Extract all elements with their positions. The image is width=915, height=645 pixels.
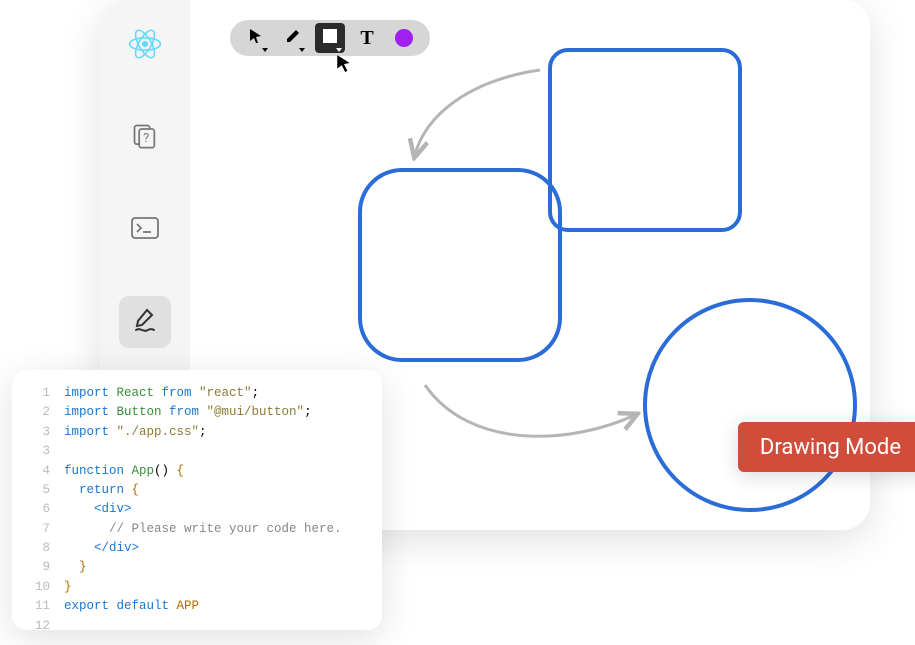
shape-rounded-square-2	[360, 170, 560, 360]
sidebar-item-help[interactable]: ?	[119, 112, 171, 164]
code-content: import "./app.css";	[64, 423, 207, 442]
line-number: 7	[28, 520, 50, 539]
svg-text:?: ?	[143, 131, 149, 146]
code-line: 1 import React from "react";	[28, 384, 366, 403]
line-number: 5	[28, 481, 50, 500]
arrow-1	[415, 70, 540, 155]
sidebar-item-draw[interactable]	[119, 296, 171, 348]
line-number: 6	[28, 500, 50, 519]
draw-icon	[130, 305, 160, 339]
code-content: <div>	[64, 500, 132, 519]
code-content: // Please write your code here.	[64, 520, 342, 539]
line-number: 11	[28, 597, 50, 616]
line-number: 8	[28, 539, 50, 558]
code-content: export default APP	[64, 597, 199, 616]
code-line: 2 import Button from "@mui/button";	[28, 403, 366, 422]
code-content: }	[64, 578, 72, 597]
line-number: 4	[28, 462, 50, 481]
line-number: 3	[28, 442, 50, 461]
arrow-2	[425, 385, 635, 436]
code-line: 11 export default APP	[28, 597, 366, 616]
drawing-mode-badge: Drawing Mode	[738, 422, 915, 472]
code-line: 7 // Please write your code here.	[28, 520, 366, 539]
code-content: function App() {	[64, 462, 184, 481]
help-icon: ?	[131, 122, 159, 154]
line-number: 3	[28, 423, 50, 442]
code-line: 8 </div>	[28, 539, 366, 558]
badge-label: Drawing Mode	[760, 435, 901, 460]
line-number: 1	[28, 384, 50, 403]
code-line: 10}	[28, 578, 366, 597]
code-content: import Button from "@mui/button";	[64, 403, 312, 422]
code-line: 3 import "./app.css";	[28, 423, 366, 442]
code-line: 5 return {	[28, 481, 366, 500]
code-line: 9 }	[28, 558, 366, 577]
line-number: 10	[28, 578, 50, 597]
code-line: 12	[28, 617, 366, 636]
line-number: 9	[28, 558, 50, 577]
code-line: 4 function App() {	[28, 462, 366, 481]
sidebar-item-terminal[interactable]	[119, 204, 171, 256]
code-editor[interactable]: 1 import React from "react"; 2 import Butto…	[12, 370, 382, 630]
sidebar-item-logo[interactable]	[119, 20, 171, 72]
code-content: return {	[64, 481, 139, 500]
code-line: 3	[28, 442, 366, 461]
code-content: }	[64, 558, 87, 577]
terminal-icon	[131, 217, 159, 243]
line-number: 2	[28, 403, 50, 422]
code-content: </div>	[64, 539, 139, 558]
code-line: 6 <div>	[28, 500, 366, 519]
code-content: import React from "react";	[64, 384, 259, 403]
shape-circle	[645, 300, 855, 510]
shape-rounded-square-1	[550, 50, 740, 230]
line-number: 12	[28, 617, 50, 636]
react-icon	[128, 27, 162, 65]
